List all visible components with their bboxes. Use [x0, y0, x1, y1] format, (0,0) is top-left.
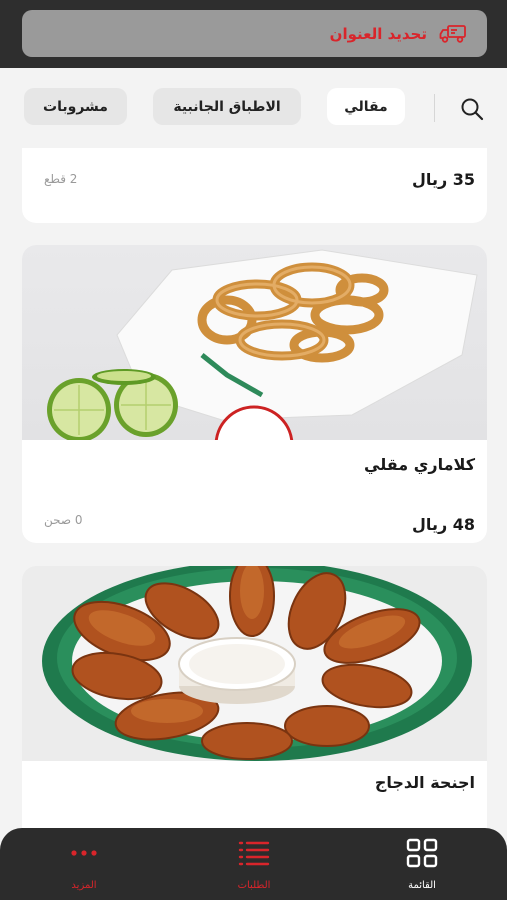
product-title: اجنحة الدجاج	[374, 773, 475, 792]
nav-more[interactable]: المزيد	[44, 838, 124, 894]
app-root: تحديد العنوان مقالي الاطباق الجانبية مشر…	[0, 0, 507, 900]
nav-menu[interactable]: القائمة	[382, 838, 462, 894]
product-title: كلاماري مقلي	[364, 455, 475, 474]
tab-side-dishes[interactable]: الاطباق الجانبية	[153, 88, 301, 125]
grid-icon	[406, 838, 438, 872]
product-price: 48 ريال	[412, 515, 475, 534]
nav-more-label: المزيد	[71, 880, 97, 891]
tab-side-dishes-label: الاطباق الجانبية	[173, 98, 281, 115]
tab-fried-label: مقالي	[344, 98, 388, 115]
calamari-image	[22, 245, 487, 440]
product-card[interactable]: 35 ريال 2 قطع	[22, 148, 487, 223]
tab-fried[interactable]: مقالي	[327, 88, 405, 125]
tab-drinks[interactable]: مشروبات	[24, 88, 127, 125]
category-divider	[434, 94, 435, 122]
product-card[interactable]: اجنحة الدجاج	[22, 566, 487, 838]
list-icon	[238, 838, 270, 872]
category-bar: مقالي الاطباق الجانبية مشروبات	[0, 68, 507, 148]
delivery-truck-icon	[437, 23, 467, 45]
nav-menu-label: القائمة	[408, 880, 436, 891]
set-address-label: تحديد العنوان	[329, 24, 427, 43]
search-icon[interactable]	[459, 96, 485, 122]
bottom-nav: القائمة الطلبات المزيد	[0, 828, 507, 900]
product-list[interactable]: 35 ريال 2 قطع كلاماري مقلي 48 ريال 0 صحن…	[0, 148, 507, 838]
tab-drinks-label: مشروبات	[43, 98, 108, 115]
nav-orders-label: الطلبات	[237, 880, 271, 891]
product-unit: 2 قطع	[44, 172, 78, 186]
chicken-wings-image	[22, 566, 487, 761]
product-card[interactable]: كلاماري مقلي 48 ريال 0 صحن	[22, 245, 487, 543]
product-unit: 0 صحن	[44, 513, 83, 527]
more-dots-icon	[68, 838, 100, 872]
top-header: تحديد العنوان	[0, 0, 507, 68]
nav-orders[interactable]: الطلبات	[214, 838, 294, 894]
product-price: 35 ريال	[412, 170, 475, 189]
set-address-button[interactable]: تحديد العنوان	[22, 10, 487, 57]
